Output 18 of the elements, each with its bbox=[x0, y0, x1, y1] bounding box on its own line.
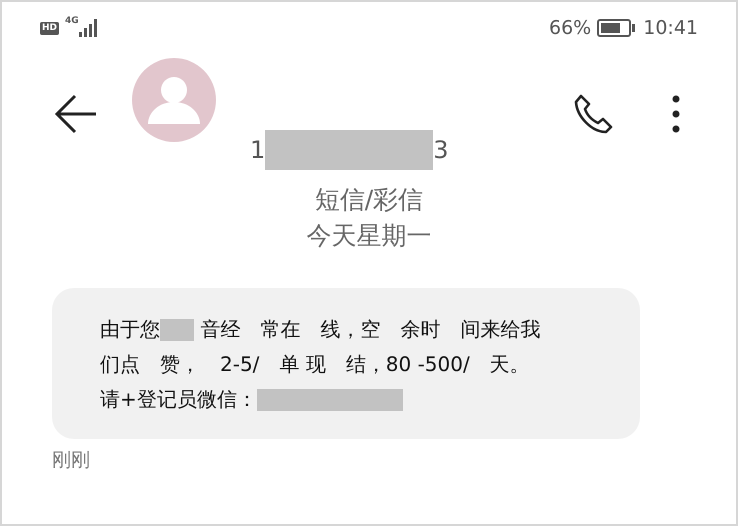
battery-percentage: 66% bbox=[549, 17, 592, 39]
more-icon[interactable] bbox=[672, 94, 680, 134]
message-text: 们点 赞， 2-5/ 单 现 结，80 -500/ 天。 bbox=[100, 351, 530, 378]
battery-icon bbox=[597, 18, 638, 38]
hd-badge: HD bbox=[40, 22, 60, 34]
message-text: 请+登记员微信： bbox=[100, 386, 257, 413]
message-type-label: 短信/彩信 bbox=[314, 184, 424, 216]
redaction-block bbox=[160, 318, 194, 340]
date-label: 今天星期一 bbox=[306, 220, 432, 252]
message-text: 由于您 bbox=[100, 316, 160, 343]
clock-time: 10:41 bbox=[643, 17, 698, 39]
signal-icon bbox=[78, 19, 97, 37]
back-icon[interactable] bbox=[54, 94, 98, 134]
network-type: 4G bbox=[65, 16, 79, 26]
contact-number: 3 bbox=[433, 136, 449, 164]
contact-number: 1 bbox=[250, 136, 266, 164]
message-time: 刚刚 bbox=[52, 448, 91, 473]
message-text: 音经 常在 线，空 余时 间来给我 bbox=[199, 316, 540, 343]
